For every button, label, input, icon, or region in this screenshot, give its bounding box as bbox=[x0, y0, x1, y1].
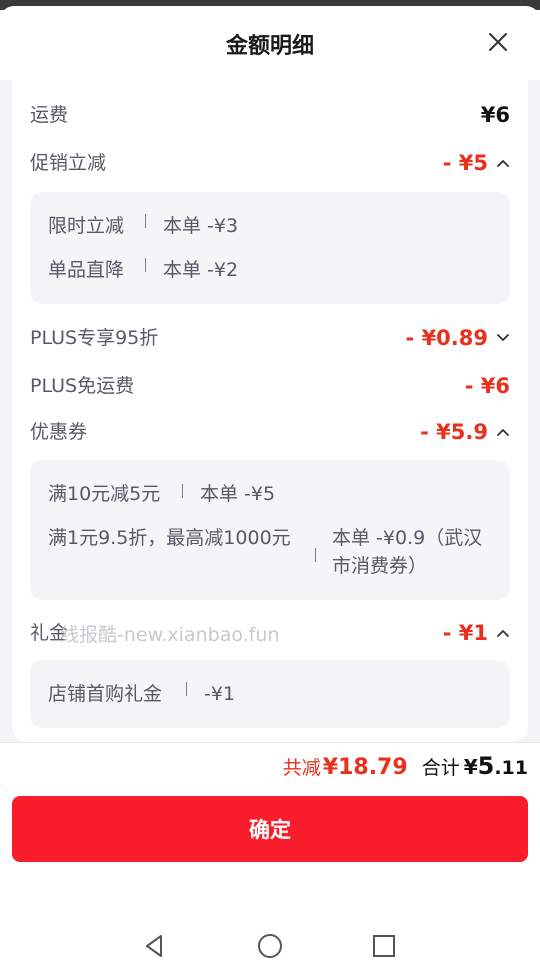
page-title: 金额明细 bbox=[225, 34, 314, 59]
separator bbox=[182, 484, 183, 498]
coupon-item-name: 满10元减5元 bbox=[48, 483, 161, 505]
row-coupon[interactable]: 优惠券 - ¥5.9 bbox=[30, 417, 510, 447]
plus-shipping-amount: - ¥6 bbox=[464, 374, 510, 398]
total-integer: 5 bbox=[477, 752, 495, 780]
coupon-item-detail: 本单 -¥5 bbox=[200, 483, 276, 505]
total-reduce-value: ¥18.79 bbox=[322, 755, 408, 780]
watermark: 线报酷-new.xianbao.fun bbox=[60, 624, 280, 646]
separator bbox=[315, 548, 316, 562]
row-plus-shipping: PLUS免运费 - ¥6 bbox=[30, 371, 510, 401]
chevron-up-icon[interactable] bbox=[496, 156, 510, 170]
separator bbox=[145, 214, 146, 228]
amount-summary: 共减 ¥18.79 合计 ¥ 5 .11 bbox=[283, 752, 528, 784]
promo-label: 促销立减 bbox=[30, 152, 107, 174]
promo-detail-box: 限时立减 本单 -¥3 单品直降 本单 -¥2 bbox=[30, 192, 510, 304]
coupon-label: 优惠券 bbox=[30, 421, 88, 443]
divider bbox=[0, 742, 540, 743]
confirm-button[interactable]: 确定 bbox=[12, 796, 528, 862]
coupon-amount: - ¥5.9 bbox=[420, 420, 488, 444]
promo-item-name: 限时立减 bbox=[48, 215, 125, 237]
row-shipping: 运费 ¥6 bbox=[30, 100, 510, 130]
promo-item-detail: 本单 -¥3 bbox=[163, 215, 239, 237]
row-promo[interactable]: 促销立减 - ¥5 bbox=[30, 148, 510, 178]
plus-shipping-label: PLUS免运费 bbox=[30, 375, 135, 397]
close-icon bbox=[489, 33, 507, 51]
detail-area: 运费 ¥6 促销立减 - ¥5 限时立减 本单 -¥3 单品直降 本单 -¥2 bbox=[0, 80, 540, 742]
row-plus-discount[interactable]: PLUS专享95折 - ¥0.89 bbox=[30, 323, 510, 353]
separator bbox=[145, 258, 146, 272]
total-reduce-label: 共减 bbox=[282, 757, 321, 779]
gift-amount: - ¥1 bbox=[442, 621, 488, 645]
amount-detail-card: 运费 ¥6 促销立减 - ¥5 限时立减 本单 -¥3 单品直降 本单 -¥2 bbox=[12, 80, 528, 742]
promo-item-name: 单品直降 bbox=[48, 259, 125, 281]
coupon-item-name: 满1元9.5折，最高减1000元 bbox=[48, 527, 291, 549]
nav-recent-icon[interactable] bbox=[370, 932, 398, 960]
plus-discount-label: PLUS专享95折 bbox=[30, 327, 159, 349]
chevron-up-icon[interactable] bbox=[496, 425, 510, 439]
promo-item-detail: 本单 -¥2 bbox=[163, 259, 239, 281]
nav-back-icon[interactable] bbox=[140, 932, 168, 960]
gift-item-detail: -¥1 bbox=[204, 683, 236, 705]
plus-discount-amount: - ¥0.89 bbox=[405, 326, 488, 350]
shipping-amount: ¥6 bbox=[480, 103, 510, 127]
chevron-down-icon[interactable] bbox=[496, 331, 510, 345]
total-currency: ¥ bbox=[463, 755, 478, 779]
sheet-header: 金额明细 bbox=[0, 6, 540, 80]
system-nav-bar bbox=[0, 912, 540, 976]
close-button[interactable] bbox=[486, 30, 510, 54]
total-label: 合计 bbox=[421, 757, 460, 779]
coupon-item-detail-cont: 市消费券） bbox=[332, 555, 428, 577]
gift-detail-box: 店铺首购礼金 -¥1 bbox=[30, 660, 510, 728]
gift-item-name: 店铺首购礼金 bbox=[48, 683, 163, 705]
nav-home-icon[interactable] bbox=[256, 932, 284, 960]
coupon-detail-box: 满10元减5元 本单 -¥5 满1元9.5折，最高减1000元 本单 -¥0.9… bbox=[30, 460, 510, 600]
total-decimal: .11 bbox=[494, 757, 528, 779]
separator bbox=[186, 682, 187, 696]
promo-amount: - ¥5 bbox=[442, 151, 488, 175]
chevron-up-icon[interactable] bbox=[496, 626, 510, 640]
shipping-label: 运费 bbox=[30, 104, 69, 126]
coupon-item-detail: 本单 -¥0.9（武汉 bbox=[332, 527, 483, 549]
